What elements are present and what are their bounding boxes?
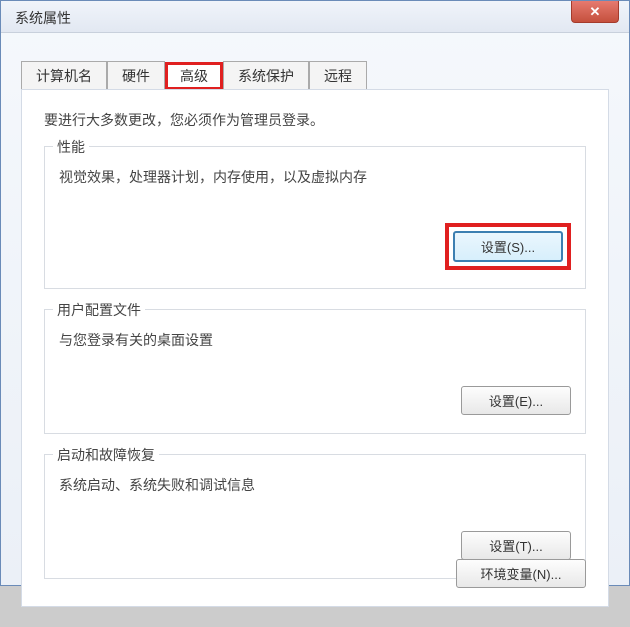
tab-system-protection[interactable]: 系统保护 bbox=[223, 61, 309, 89]
group-user-profile: 用户配置文件 与您登录有关的桌面设置 设置(E)... bbox=[44, 309, 586, 434]
tab-hardware[interactable]: 硬件 bbox=[107, 61, 165, 89]
highlight-box: 设置(S)... bbox=[445, 223, 571, 270]
tab-remote[interactable]: 远程 bbox=[309, 61, 367, 89]
tab-panel-advanced: 要进行大多数更改，您必须作为管理员登录。 性能 视觉效果，处理器计划，内存使用，… bbox=[21, 89, 609, 607]
group-startup-desc: 系统启动、系统失败和调试信息 bbox=[59, 475, 571, 495]
tab-advanced[interactable]: 高级 bbox=[165, 62, 223, 90]
group-performance: 性能 视觉效果，处理器计划，内存使用，以及虚拟内存 设置(S)... bbox=[44, 146, 586, 289]
group-startup-title: 启动和故障恢复 bbox=[53, 445, 159, 465]
system-properties-window: 系统属性 ✕ 计算机名 硬件 高级 系统保护 远程 要进行大多数更改，您必须作为… bbox=[0, 0, 630, 586]
tab-computer-name[interactable]: 计算机名 bbox=[21, 61, 107, 89]
env-button-row: 环境变量(N)... bbox=[456, 559, 586, 588]
button-row: 设置(S)... bbox=[59, 223, 571, 270]
group-user-profile-desc: 与您登录有关的桌面设置 bbox=[59, 330, 571, 350]
button-row: 设置(E)... bbox=[59, 386, 571, 415]
startup-settings-button[interactable]: 设置(T)... bbox=[461, 531, 571, 560]
performance-settings-button[interactable]: 设置(S)... bbox=[453, 231, 563, 262]
window-title: 系统属性 bbox=[15, 8, 71, 28]
titlebar: 系统属性 ✕ bbox=[1, 1, 629, 33]
close-icon: ✕ bbox=[590, 4, 601, 20]
group-performance-title: 性能 bbox=[53, 137, 89, 157]
content-area: 计算机名 硬件 高级 系统保护 远程 要进行大多数更改，您必须作为管理员登录。 … bbox=[1, 33, 629, 627]
tab-strip: 计算机名 硬件 高级 系统保护 远程 bbox=[21, 61, 619, 89]
button-row: 设置(T)... bbox=[59, 531, 571, 560]
admin-notice: 要进行大多数更改，您必须作为管理员登录。 bbox=[44, 110, 586, 130]
group-performance-desc: 视觉效果，处理器计划，内存使用，以及虚拟内存 bbox=[59, 167, 571, 187]
group-user-profile-title: 用户配置文件 bbox=[53, 300, 145, 320]
userprofile-settings-button[interactable]: 设置(E)... bbox=[461, 386, 571, 415]
environment-variables-button[interactable]: 环境变量(N)... bbox=[456, 559, 586, 588]
close-button[interactable]: ✕ bbox=[571, 1, 619, 23]
